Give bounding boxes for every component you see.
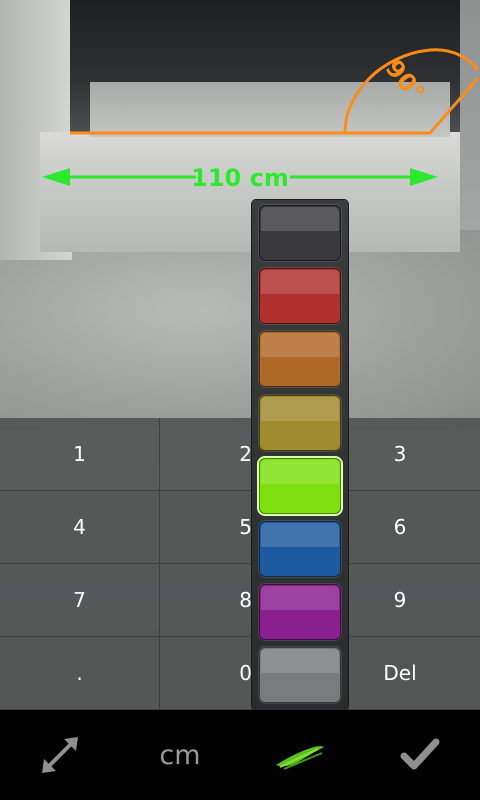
- confirm-button[interactable]: [360, 710, 480, 800]
- color-picker-button[interactable]: [240, 710, 360, 800]
- swatch-red[interactable]: [259, 268, 341, 325]
- swatch-orange[interactable]: [259, 331, 341, 388]
- swatch-green[interactable]: [259, 457, 341, 514]
- diagonal-arrow-icon: [42, 737, 78, 773]
- brush-stroke-icon: [276, 746, 324, 770]
- color-palette: [252, 200, 348, 710]
- swatch-purple[interactable]: [259, 584, 341, 641]
- key-4[interactable]: 4: [0, 491, 160, 564]
- swatch-dark-gray[interactable]: [259, 205, 341, 261]
- key-decimal[interactable]: .: [0, 637, 160, 710]
- arrowhead-left-icon: [42, 168, 70, 186]
- measure-tool-button[interactable]: [0, 710, 120, 800]
- unit-selector[interactable]: cm: [120, 710, 240, 800]
- angle-label[interactable]: 90°: [380, 54, 431, 107]
- checkmark-icon: [400, 738, 440, 770]
- swatch-blue[interactable]: [259, 521, 341, 577]
- bottom-toolbar: cm: [0, 710, 480, 800]
- key-7[interactable]: 7: [0, 564, 160, 637]
- numeric-keypad: 1 2 3 4 5 6 7 8 9 . 0 Del: [0, 418, 480, 710]
- swatch-gray[interactable]: [259, 647, 341, 704]
- distance-label[interactable]: 110 cm: [191, 164, 289, 192]
- key-1[interactable]: 1: [0, 418, 160, 491]
- arrowhead-right-icon: [410, 168, 438, 186]
- swatch-olive[interactable]: [259, 394, 341, 451]
